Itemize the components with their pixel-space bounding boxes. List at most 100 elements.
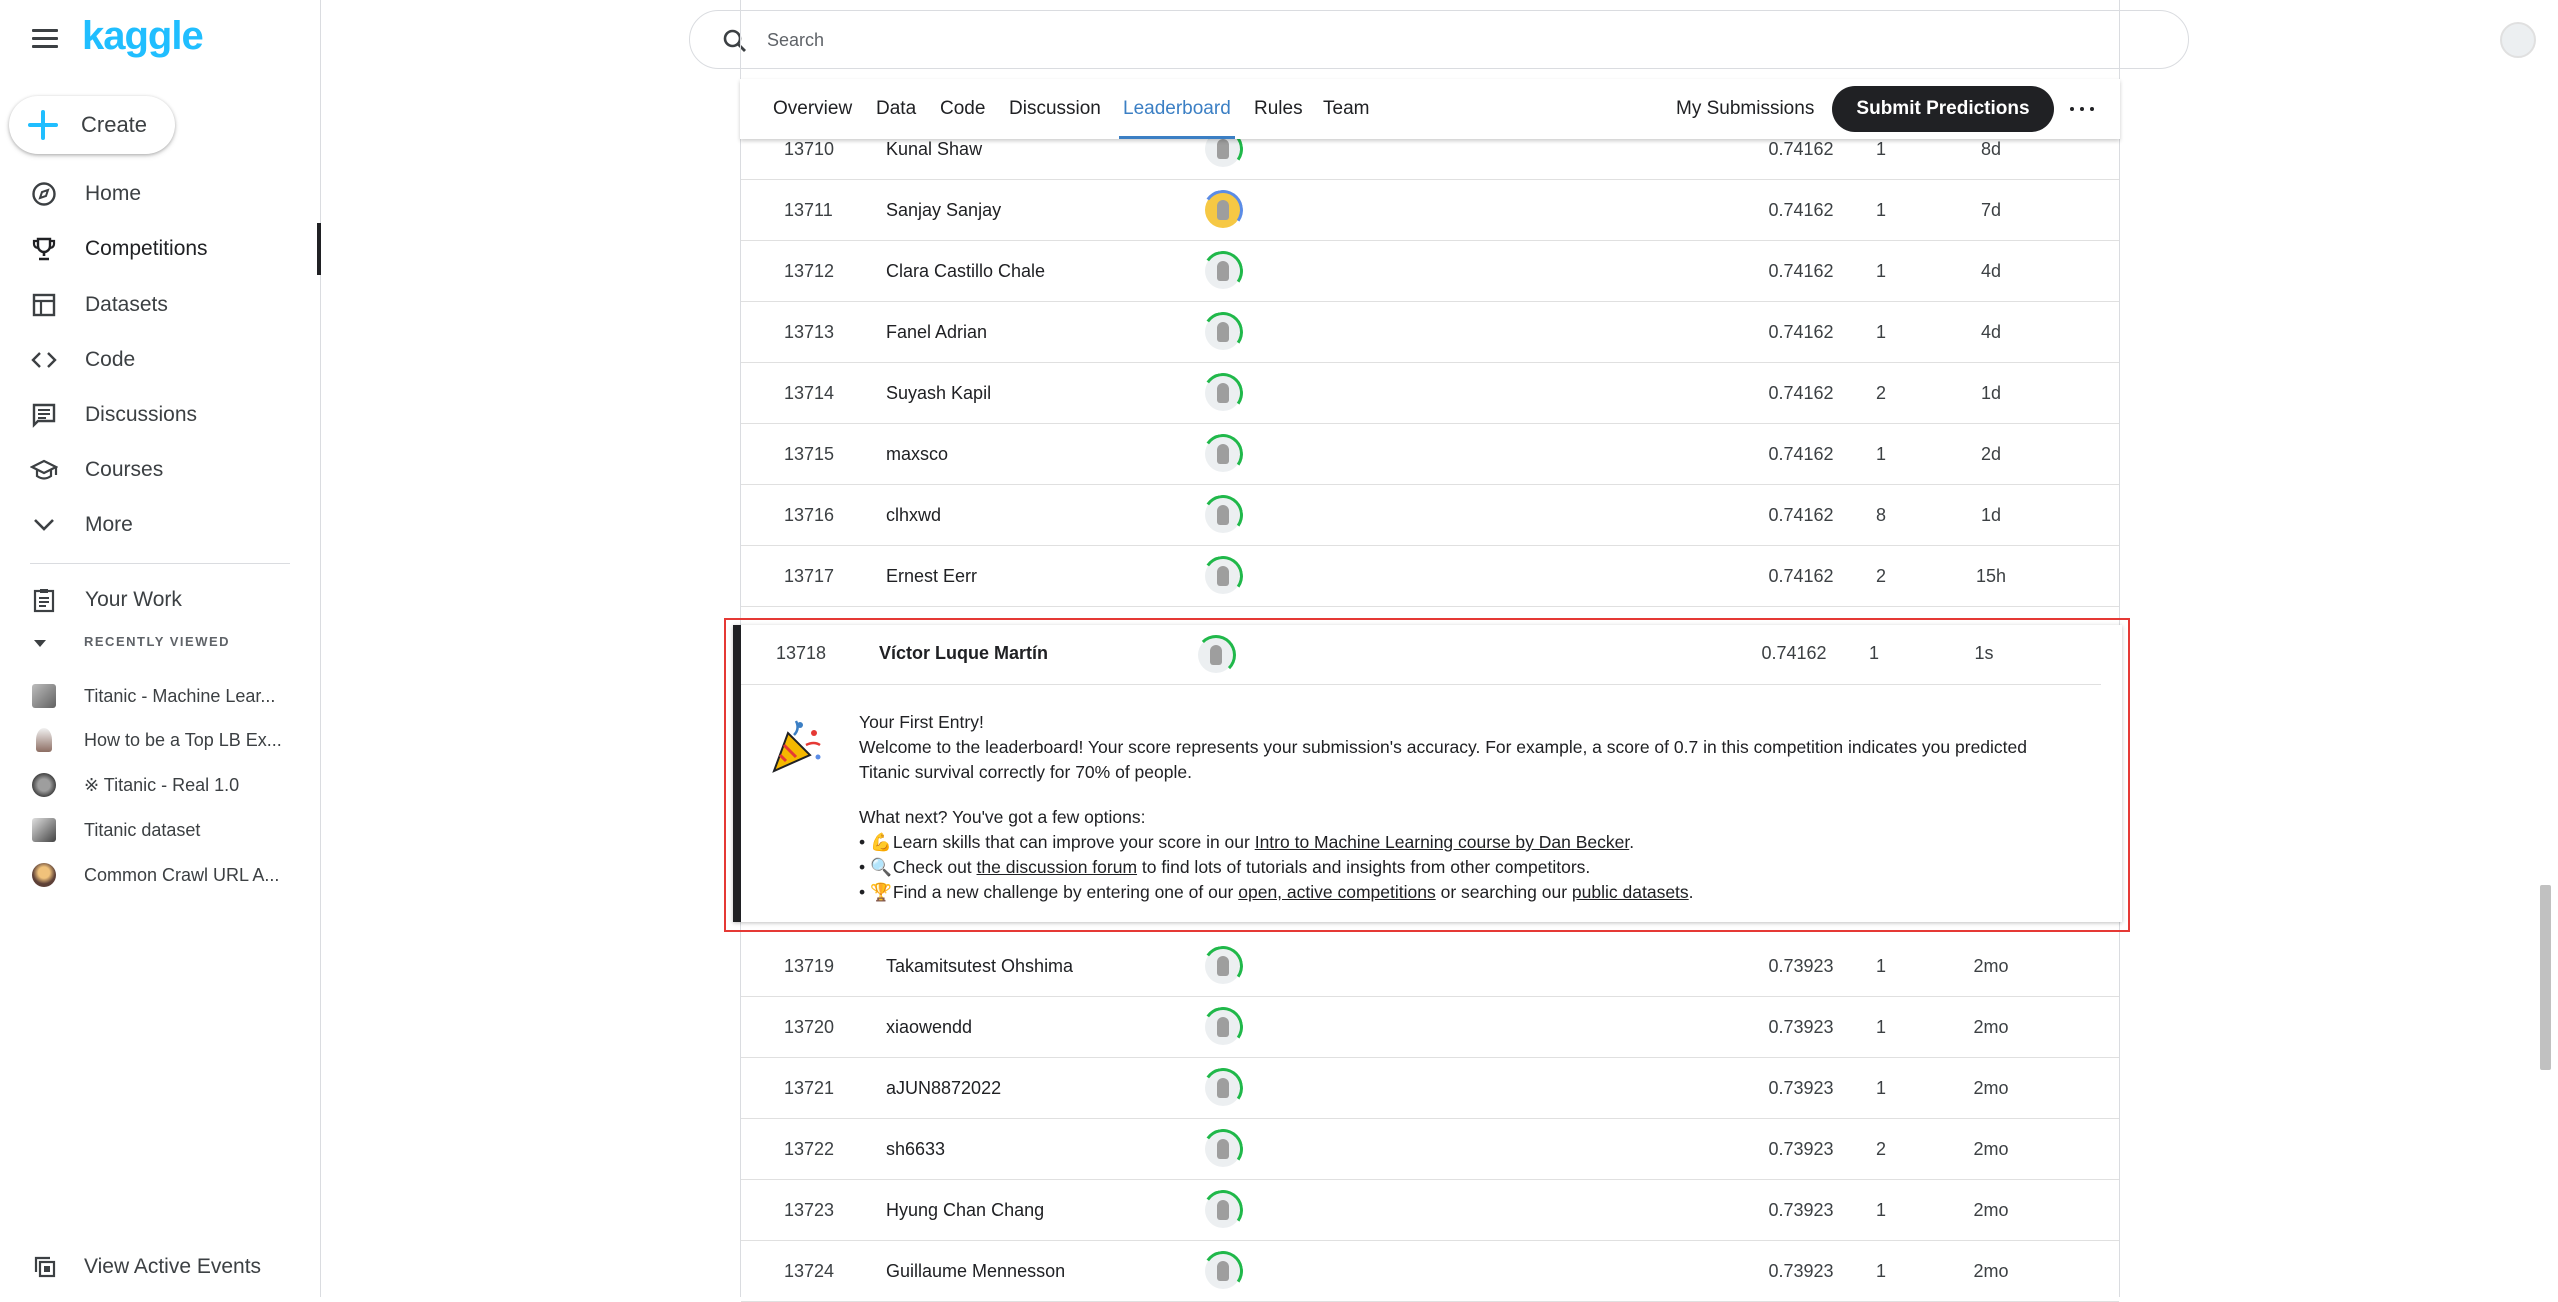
avatar[interactable] [1199,1125,1247,1173]
flexed-biceps-icon: 💪 [870,832,892,852]
nav-datasets[interactable]: Datasets [0,279,321,331]
menu-icon[interactable] [32,29,58,49]
team-name-link[interactable]: Fanel Adrian [886,322,987,343]
table-row[interactable]: 13717 Ernest Eerr 0.74162 2 15h [741,546,2119,607]
discussion-forum-link[interactable]: the discussion forum [977,857,1138,877]
entries-cell: 2 [1875,1139,1886,1159]
team-name-link[interactable]: Hyung Chan Chang [886,1200,1044,1221]
rank-cell: 13720 [784,1017,835,1037]
public-datasets-link[interactable]: public datasets [1572,882,1689,902]
team-name-link[interactable]: Sanjay Sanjay [886,200,1001,221]
my-entry-row[interactable]: 13718 Víctor Luque Martín 0.74162 1 1s [741,625,2101,685]
my-entry-name[interactable]: Víctor Luque Martín [879,643,1048,664]
team-name-link[interactable]: xiaowendd [886,1017,972,1038]
table-row[interactable]: 13714 Suyash Kapil 0.74162 2 1d [741,363,2119,424]
avatar[interactable] [1199,308,1247,356]
avatar[interactable] [1199,1064,1247,1112]
team-name-link[interactable]: clhxwd [886,505,941,526]
comment-icon [30,401,58,429]
my-submissions-link[interactable]: My Submissions [1676,79,1814,139]
tab-rules[interactable]: Rules [1254,79,1303,139]
recent-item[interactable]: Titanic - Machine Lear... [0,674,321,718]
avatar[interactable] [1199,247,1247,295]
create-button[interactable]: Create [9,96,175,154]
avatar[interactable] [1196,635,1236,675]
table-row[interactable]: 13715 maxsco 0.74162 1 2d [741,424,2119,485]
trophy-emoji-icon: 🏆 [870,882,892,902]
caret-down-icon [34,640,46,647]
tab-discussion[interactable]: Discussion [1009,79,1101,139]
avatar[interactable] [1199,1247,1247,1295]
option-challenge: • 🏆 Find a new challenge by entering one… [859,880,2079,905]
table-row[interactable]: 13716 clhxwd 0.74162 8 1d [741,485,2119,546]
team-name-link[interactable]: Suyash Kapil [886,383,991,404]
table-row[interactable]: 13721 aJUN8872022 0.73923 1 2mo [741,1058,2119,1119]
nav-home[interactable]: Home [0,168,321,220]
submit-predictions-button[interactable]: Submit Predictions [1832,86,2054,132]
last-submission-cell: 2mo [1973,1017,2009,1037]
table-row[interactable]: 13723 Hyung Chan Chang 0.73923 1 2mo [741,1180,2119,1241]
avatar[interactable] [1199,552,1247,600]
team-name-link[interactable]: aJUN8872022 [886,1078,1001,1099]
table-row[interactable]: 13722 sh6633 0.73923 2 2mo [741,1119,2119,1180]
team-name-link[interactable]: Clara Castillo Chale [886,261,1045,282]
avatar[interactable] [1199,1003,1247,1051]
table-row[interactable]: 13724 Guillaume Mennesson 0.73923 1 2mo [741,1241,2119,1302]
tab-overview[interactable]: Overview [773,79,852,139]
last-submission-cell: 8d [1980,139,2002,159]
rank-cell: 13714 [784,383,835,403]
tab-leaderboard[interactable]: Leaderboard [1119,79,1235,139]
user-thumbnail [32,773,56,797]
table-row[interactable]: 13713 Fanel Adrian 0.74162 1 4d [741,302,2119,363]
user-avatar[interactable] [2500,22,2536,58]
magnifier-icon: 🔍 [870,857,892,877]
tab-team[interactable]: Team [1323,79,1369,139]
table-row[interactable]: 13711 Sanjay Sanjay 0.74162 1 7d [741,180,2119,241]
avatar[interactable] [1199,1186,1247,1234]
active-competitions-link[interactable]: open, active competitions [1238,882,1435,902]
avatar[interactable] [1199,186,1247,234]
sidebar: kaggle Create Home Competitions Datasets… [0,0,321,1297]
avatar[interactable] [1199,491,1247,539]
intro-ml-course-link[interactable]: Intro to Machine Learning course by Dan … [1255,832,1630,852]
team-name-link[interactable]: Ernest Eerr [886,566,977,587]
chevron-down-icon [30,511,58,539]
team-name-link[interactable]: Guillaume Mennesson [886,1261,1065,1282]
entries-cell: 1 [1875,1078,1886,1098]
nav-courses[interactable]: Courses [0,444,321,496]
recent-item[interactable]: Common Crawl URL A... [0,853,321,897]
recently-viewed-toggle[interactable]: RECENTLY VIEWED [34,634,229,649]
nav-code[interactable]: Code [0,334,321,386]
page-scrollbar[interactable] [2540,885,2551,1070]
recently-viewed-heading: RECENTLY VIEWED [84,634,231,649]
team-name-link[interactable]: Kunal Shaw [886,139,982,160]
avatar[interactable] [1199,369,1247,417]
table-row[interactable]: 13719 Takamitsutest Ohshima 0.73923 1 2mo [741,936,2119,997]
avatar[interactable] [1199,430,1247,478]
nav-competitions[interactable]: Competitions [0,223,321,275]
kaggle-logo[interactable]: kaggle [82,14,204,59]
tab-data[interactable]: Data [876,79,916,139]
last-submission-cell: 2mo [1973,1139,2009,1159]
dataset-thumbnail [32,818,56,842]
rank-cell: 13715 [784,444,835,464]
nav-your-work[interactable]: Your Work [0,574,321,626]
recent-item[interactable]: Titanic dataset [0,808,321,852]
entries-cell: 8 [1875,505,1886,525]
view-active-events[interactable]: View Active Events [0,1245,321,1289]
more-options-icon[interactable] [2070,97,2094,121]
avatar[interactable] [1199,942,1247,990]
team-name-link[interactable]: Takamitsutest Ohshima [886,956,1073,977]
team-name-link[interactable]: sh6633 [886,1139,945,1160]
nav-discussions[interactable]: Discussions [0,389,321,441]
table-row[interactable]: 13720 xiaowendd 0.73923 1 2mo [741,997,2119,1058]
party-popper-icon [772,720,821,773]
table-row[interactable]: 13712 Clara Castillo Chale 0.74162 1 4d [741,241,2119,302]
nav-more[interactable]: More [0,499,321,551]
competition-tab-bar: Overview Data Code Discussion Leaderboar… [740,79,2120,139]
recent-item[interactable]: How to be a Top LB Ex... [0,718,321,762]
team-name-link[interactable]: maxsco [886,444,948,465]
score-cell: 0.74162 [1768,261,1834,281]
tab-code[interactable]: Code [940,79,985,139]
recent-item[interactable]: ※ Titanic - Real 1.0 [0,763,321,807]
